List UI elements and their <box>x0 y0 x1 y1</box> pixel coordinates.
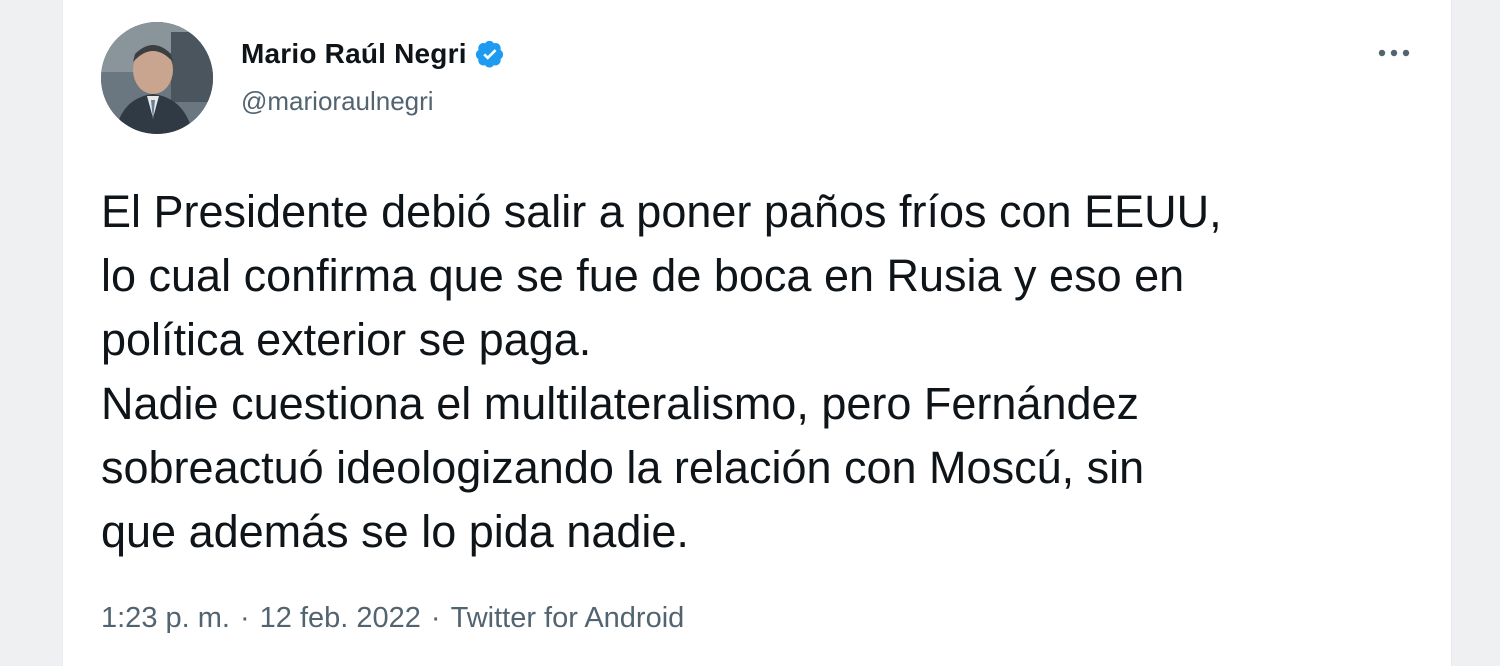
author-name-row[interactable]: Mario Raúl Negri <box>241 36 505 72</box>
verified-badge-icon <box>475 40 503 68</box>
tweet-metadata: 1:23 p. m. · 12 feb. 2022 · Twitter for … <box>101 602 684 635</box>
meta-separator: · <box>239 602 250 634</box>
tweet-time[interactable]: 1:23 p. m. <box>101 602 230 635</box>
author-handle[interactable]: @marioraulnegri <box>241 86 434 117</box>
tweet-source[interactable]: Twitter for Android <box>451 602 685 635</box>
avatar-photo <box>101 22 213 134</box>
tweet-date[interactable]: 12 feb. 2022 <box>260 602 421 635</box>
avatar[interactable] <box>101 22 213 134</box>
tweet-text: El Presidente debió salir a poner paños … <box>101 186 1222 557</box>
more-horizontal-icon <box>1378 49 1410 57</box>
more-options-button[interactable] <box>1371 38 1417 68</box>
tweet-card: Mario Raúl Negri @marioraulnegri El Pres… <box>62 0 1452 666</box>
meta-separator: · <box>430 602 441 634</box>
author-display-name[interactable]: Mario Raúl Negri <box>241 38 467 70</box>
